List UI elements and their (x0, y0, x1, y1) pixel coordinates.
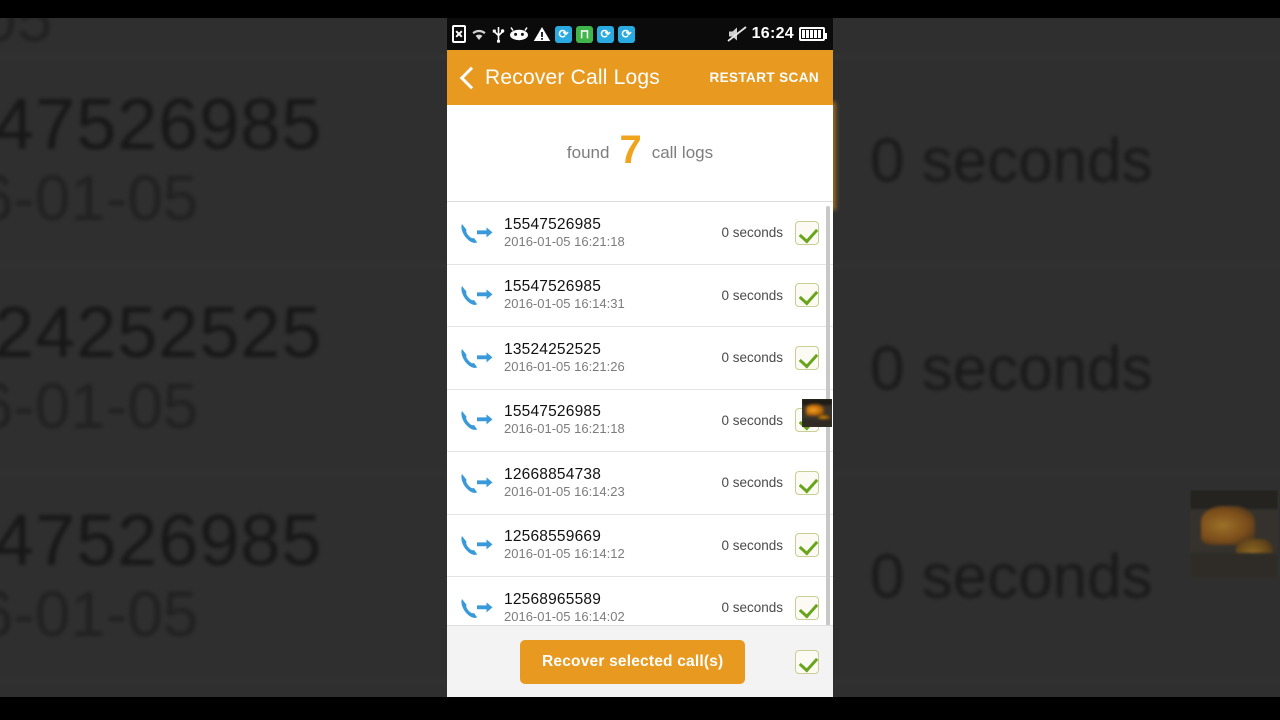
status-bar-left-icons: ⟳ ⊓ ⟳ ⟳ (452, 25, 635, 43)
select-all-checkbox[interactable] (795, 649, 819, 674)
pip-thumbnail-large[interactable] (1190, 490, 1278, 578)
call-log-details: 12668854738 2016-01-05 16:14:23 (504, 465, 721, 501)
page-title: Recover Call Logs (485, 65, 660, 89)
found-suffix-label: call logs (651, 143, 714, 162)
outgoing-call-icon (457, 220, 495, 246)
call-log-datetime: 2016-01-05 16:14:12 (504, 546, 625, 562)
outgoing-call-icon (457, 407, 495, 433)
call-log-row[interactable]: 12568559669 2016-01-05 16:14:12 0 seconds (447, 514, 833, 577)
recover-selected-calls-button[interactable]: Recover selected call(s) (520, 639, 746, 684)
call-log-row[interactable]: 15547526985 2016-01-05 16:21:18 0 seconds (447, 202, 833, 265)
outgoing-call-icon (457, 282, 495, 308)
back-arrow-icon[interactable] (457, 67, 479, 89)
call-log-row[interactable]: 15547526985 2016-01-05 16:14:31 0 seconds (447, 264, 833, 327)
adb-debug-icon (510, 27, 528, 41)
outgoing-call-icon (457, 470, 495, 496)
call-log-row[interactable]: 12668854738 2016-01-05 16:14:23 0 seconds (447, 452, 833, 515)
app-bar: Recover Call Logs RESTART SCAN (447, 50, 833, 105)
sync-icon-1: ⟳ (555, 25, 572, 43)
outgoing-call-icon (457, 345, 495, 371)
call-log-checkbox[interactable] (795, 533, 819, 558)
call-log-checkbox[interactable] (795, 345, 819, 370)
call-log-datetime: 2016-01-05 16:21:26 (504, 358, 625, 374)
usb-icon (492, 26, 505, 43)
call-log-checkbox[interactable] (795, 220, 819, 245)
call-log-checkbox[interactable] (795, 283, 819, 308)
sim-missing-icon (452, 25, 466, 43)
call-log-details: 15547526985 2016-01-05 16:14:31 (504, 277, 721, 313)
phone-screen: ⟳ ⊓ ⟳ ⟳ 16:24 Recover Call Logs RESTART … (447, 18, 833, 697)
status-bar: ⟳ ⊓ ⟳ ⟳ 16:24 (447, 18, 833, 50)
mute-icon (727, 26, 747, 42)
call-log-row[interactable]: 12568965589 2016-01-05 16:14:02 0 seconds (447, 577, 833, 625)
app-icon-green: ⊓ (576, 25, 593, 43)
found-count-value: 7 (619, 128, 642, 172)
status-bar-clock: 16:24 (751, 25, 794, 42)
call-log-datetime: 2016-01-05 16:14:31 (504, 296, 625, 312)
call-log-duration: 0 seconds (721, 412, 783, 428)
status-bar-right-icons: 16:24 (727, 25, 827, 43)
call-log-duration: 0 seconds (721, 537, 783, 553)
call-log-duration: 0 seconds (721, 350, 783, 366)
call-log-datetime: 2016-01-05 16:14:23 (504, 483, 625, 499)
call-log-duration: 0 seconds (721, 600, 783, 616)
restart-scan-button[interactable]: RESTART SCAN (709, 70, 819, 85)
call-log-list-container[interactable]: 15547526985 2016-01-05 16:21:18 0 seconds 1… (447, 202, 833, 625)
battery-icon (799, 27, 827, 41)
call-log-checkbox[interactable] (795, 595, 819, 620)
call-log-number: 15547526985 (504, 278, 602, 296)
pip-thumbnail-small[interactable] (802, 399, 832, 427)
found-prefix-label: found (566, 143, 610, 162)
screenshot-stage: 2016-01-05 15547526985 2016-01-05 0 seco… (0, 0, 1280, 720)
call-log-row[interactable]: 13524252525 2016-01-05 16:21:26 0 seconds (447, 327, 833, 390)
call-log-details: 15547526985 2016-01-05 16:21:18 (504, 402, 721, 438)
call-log-number: 12568559669 (504, 528, 602, 546)
letterbox-bottom (0, 697, 1280, 720)
call-log-datetime: 2016-01-05 16:21:18 (504, 233, 625, 249)
warning-icon (533, 27, 551, 41)
outgoing-call-icon (457, 532, 495, 558)
call-log-datetime: 2016-01-05 16:21:18 (504, 421, 625, 437)
outgoing-call-icon (457, 595, 495, 621)
call-log-number: 12668854738 (504, 465, 602, 483)
call-log-details: 12568559669 2016-01-05 16:14:12 (504, 527, 721, 563)
bottom-action-bar: Recover selected call(s) (447, 625, 833, 697)
call-log-list: 15547526985 2016-01-05 16:21:18 0 seconds 1… (447, 202, 833, 625)
sync-icon-2: ⟳ (597, 25, 614, 43)
call-log-number: 12568965589 (504, 590, 602, 608)
call-log-details: 15547526985 2016-01-05 16:21:18 (504, 215, 721, 251)
wifi-icon (472, 29, 486, 40)
call-log-number: 13524252525 (504, 340, 602, 358)
call-log-number: 15547526985 (504, 215, 602, 233)
sync-icon-3: ⟳ (618, 25, 635, 43)
call-log-duration: 0 seconds (721, 225, 783, 241)
letterbox-top (0, 0, 1280, 18)
pip-thumbnail-large-image (1190, 490, 1278, 578)
call-log-row[interactable]: 15547526985 2016-01-05 16:21:18 0 seconds (447, 389, 833, 452)
call-log-duration: 0 seconds (721, 287, 783, 303)
call-log-duration: 0 seconds (721, 475, 783, 491)
call-log-number: 15547526985 (504, 403, 602, 421)
call-log-checkbox[interactable] (795, 470, 819, 495)
call-log-details: 13524252525 2016-01-05 16:21:26 (504, 340, 721, 376)
call-log-details: 12568965589 2016-01-05 16:14:02 (504, 590, 721, 625)
call-log-datetime: 2016-01-05 16:14:02 (504, 608, 625, 624)
pip-thumbnail-small-image (802, 399, 832, 427)
found-count-banner: found 7 call logs (447, 105, 833, 202)
